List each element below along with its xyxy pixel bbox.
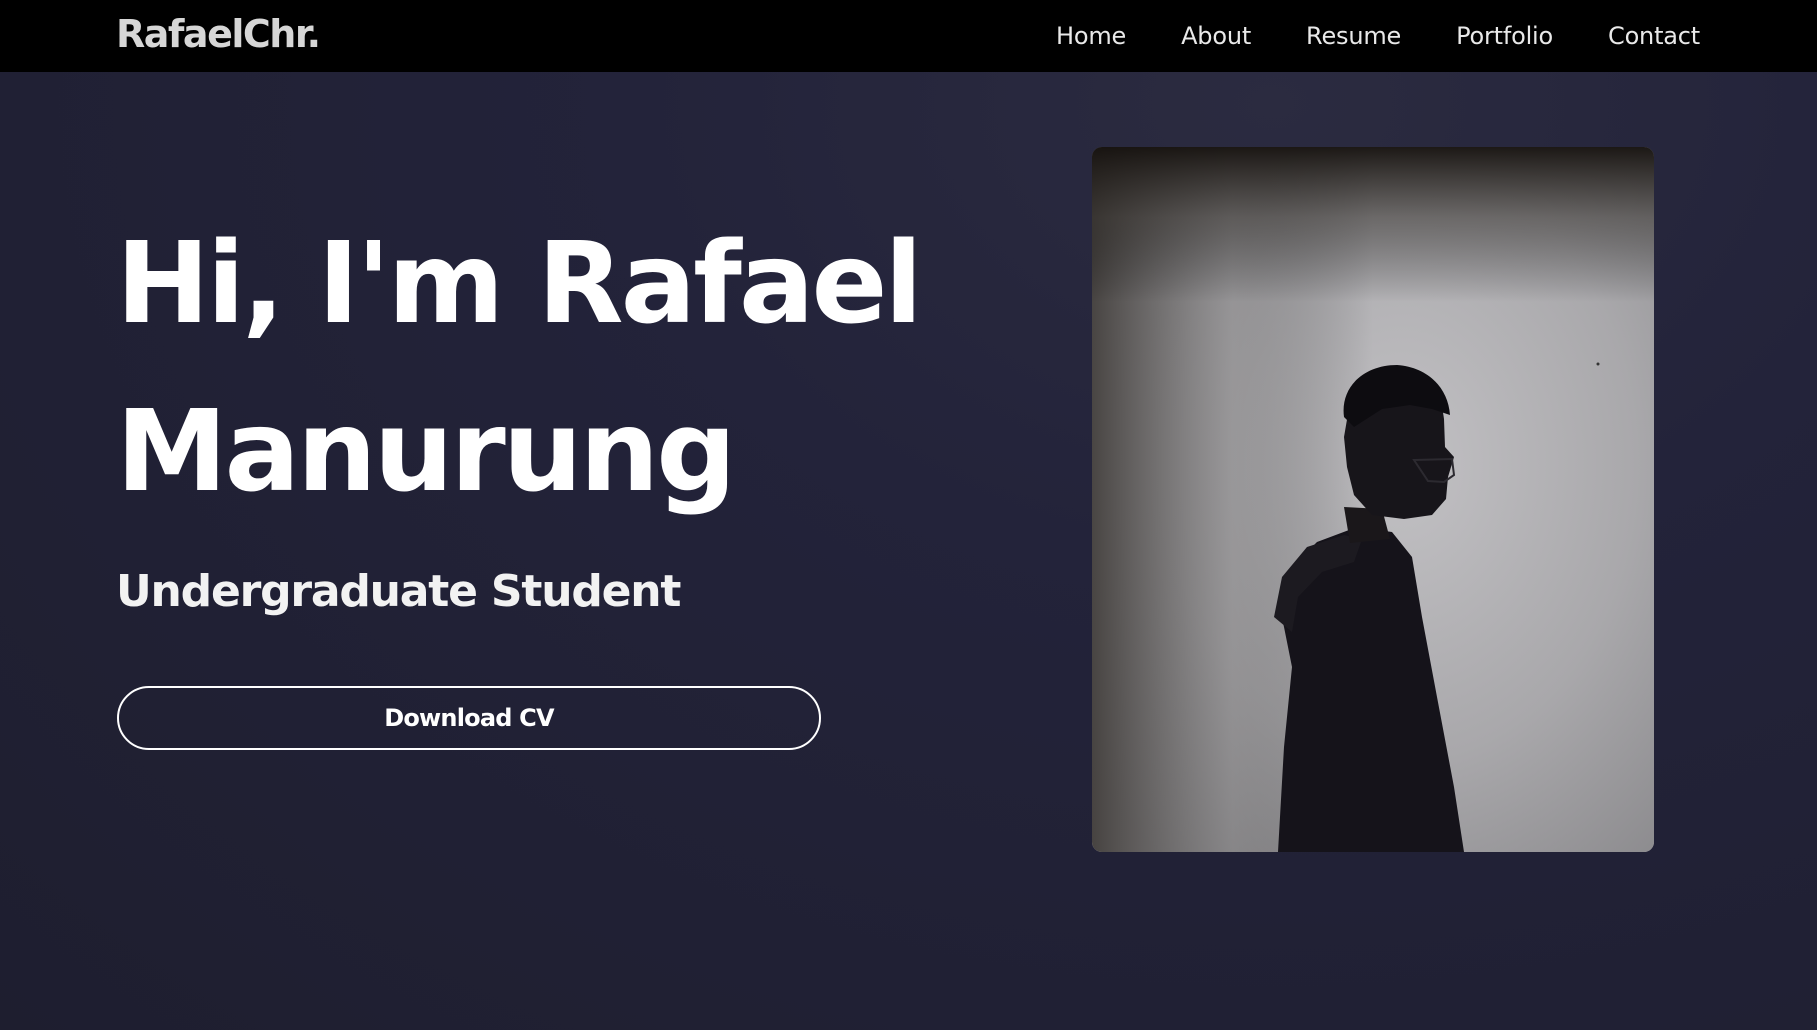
nav-item-home[interactable]: Home — [1056, 22, 1126, 50]
nav-item-about[interactable]: About — [1181, 22, 1251, 50]
hero-subtitle: Undergraduate Student — [116, 566, 681, 617]
profile-photo — [1092, 147, 1654, 852]
hero-title-line2: Manurung — [116, 387, 736, 517]
site-logo[interactable]: RafaelChr. — [116, 10, 321, 58]
nav-item-resume[interactable]: Resume — [1306, 22, 1401, 50]
profile-photo-image — [1092, 147, 1654, 852]
main-nav: Home About Resume Portfolio Contact — [1056, 0, 1700, 72]
hero-title: Hi, I'm Rafael Manurung — [116, 200, 996, 536]
hero-section: Hi, I'm Rafael Manurung Undergraduate St… — [116, 219, 996, 620]
download-cv-button[interactable]: Download CV — [117, 686, 821, 750]
hero-title-line1: Hi, I'm Rafael — [116, 219, 923, 349]
nav-item-portfolio[interactable]: Portfolio — [1456, 22, 1553, 50]
nav-item-contact[interactable]: Contact — [1608, 22, 1700, 50]
navbar: RafaelChr. Home About Resume Portfolio C… — [0, 0, 1817, 72]
